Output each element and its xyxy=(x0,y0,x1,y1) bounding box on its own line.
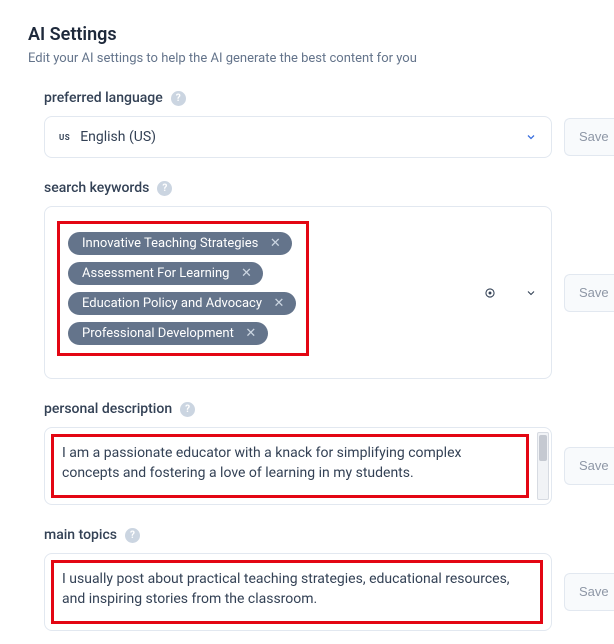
keyword-chip[interactable]: Assessment For Learning ✕ xyxy=(68,262,263,285)
chevron-down-icon xyxy=(525,131,537,143)
remove-chip-icon[interactable]: ✕ xyxy=(239,267,253,281)
help-icon[interactable]: ? xyxy=(180,402,195,417)
highlight-annotation: I usually post about practical teaching … xyxy=(51,560,543,624)
chip-label: Professional Development xyxy=(82,326,234,341)
section-language: preferred language ? US English (US) Sav… xyxy=(28,90,614,158)
section-personal-description: personal description ? I am a passionate… xyxy=(28,401,614,505)
flag-icon: US xyxy=(59,133,70,142)
help-icon[interactable]: ? xyxy=(125,528,140,543)
keywords-input[interactable]: Innovative Teaching Strategies ✕ Assessme… xyxy=(44,206,552,379)
remove-chip-icon[interactable]: ✕ xyxy=(268,237,282,251)
scrollbar[interactable] xyxy=(537,432,549,500)
section-main-topics: main topics ? I usually post about pract… xyxy=(28,527,614,631)
field-label-row: preferred language ? xyxy=(44,90,614,106)
save-button[interactable]: Save xyxy=(564,573,614,611)
language-value: English (US) xyxy=(80,129,156,145)
language-label: preferred language xyxy=(44,90,163,106)
highlight-annotation: Innovative Teaching Strategies ✕ Assessme… xyxy=(57,221,309,356)
help-icon[interactable]: ? xyxy=(157,181,172,196)
chip-label: Education Policy and Advocacy xyxy=(82,296,262,311)
keyword-chip[interactable]: Innovative Teaching Strategies ✕ xyxy=(68,232,292,255)
remove-chip-icon[interactable]: ✕ xyxy=(244,327,258,341)
keywords-label: search keywords xyxy=(44,180,149,196)
keyword-chip[interactable]: Professional Development ✕ xyxy=(68,322,268,345)
ai-settings-panel: AI Settings Edit your AI settings to hel… xyxy=(0,0,614,631)
page-subtitle: Edit your AI settings to help the AI gen… xyxy=(28,51,614,66)
save-button[interactable]: Save xyxy=(564,118,614,156)
main-topics-text: I usually post about practical teaching … xyxy=(62,569,530,610)
chevron-down-icon[interactable] xyxy=(525,287,537,299)
page-title: AI Settings xyxy=(28,24,614,45)
personal-description-input[interactable]: I am a passionate educator with a knack … xyxy=(44,427,552,505)
highlight-annotation: I am a passionate educator with a knack … xyxy=(51,434,529,498)
scrollbar-thumb[interactable] xyxy=(539,435,547,461)
chip-label: Innovative Teaching Strategies xyxy=(82,236,258,251)
keywords-controls xyxy=(483,286,537,300)
keyword-chip[interactable]: Education Policy and Advocacy ✕ xyxy=(68,292,296,315)
save-button[interactable]: Save xyxy=(564,274,614,312)
main-topics-input[interactable]: I usually post about practical teaching … xyxy=(44,553,552,631)
language-select[interactable]: US English (US) xyxy=(44,116,552,158)
chip-label: Assessment For Learning xyxy=(82,266,229,281)
help-icon[interactable]: ? xyxy=(171,91,186,106)
save-button[interactable]: Save xyxy=(564,447,614,485)
remove-chip-icon[interactable]: ✕ xyxy=(272,297,286,311)
target-icon[interactable] xyxy=(483,286,497,300)
personal-label: personal description xyxy=(44,401,172,417)
topics-label: main topics xyxy=(44,527,117,543)
section-keywords: search keywords ? Innovative Teaching St… xyxy=(28,180,614,379)
personal-description-text: I am a passionate educator with a knack … xyxy=(62,443,516,484)
